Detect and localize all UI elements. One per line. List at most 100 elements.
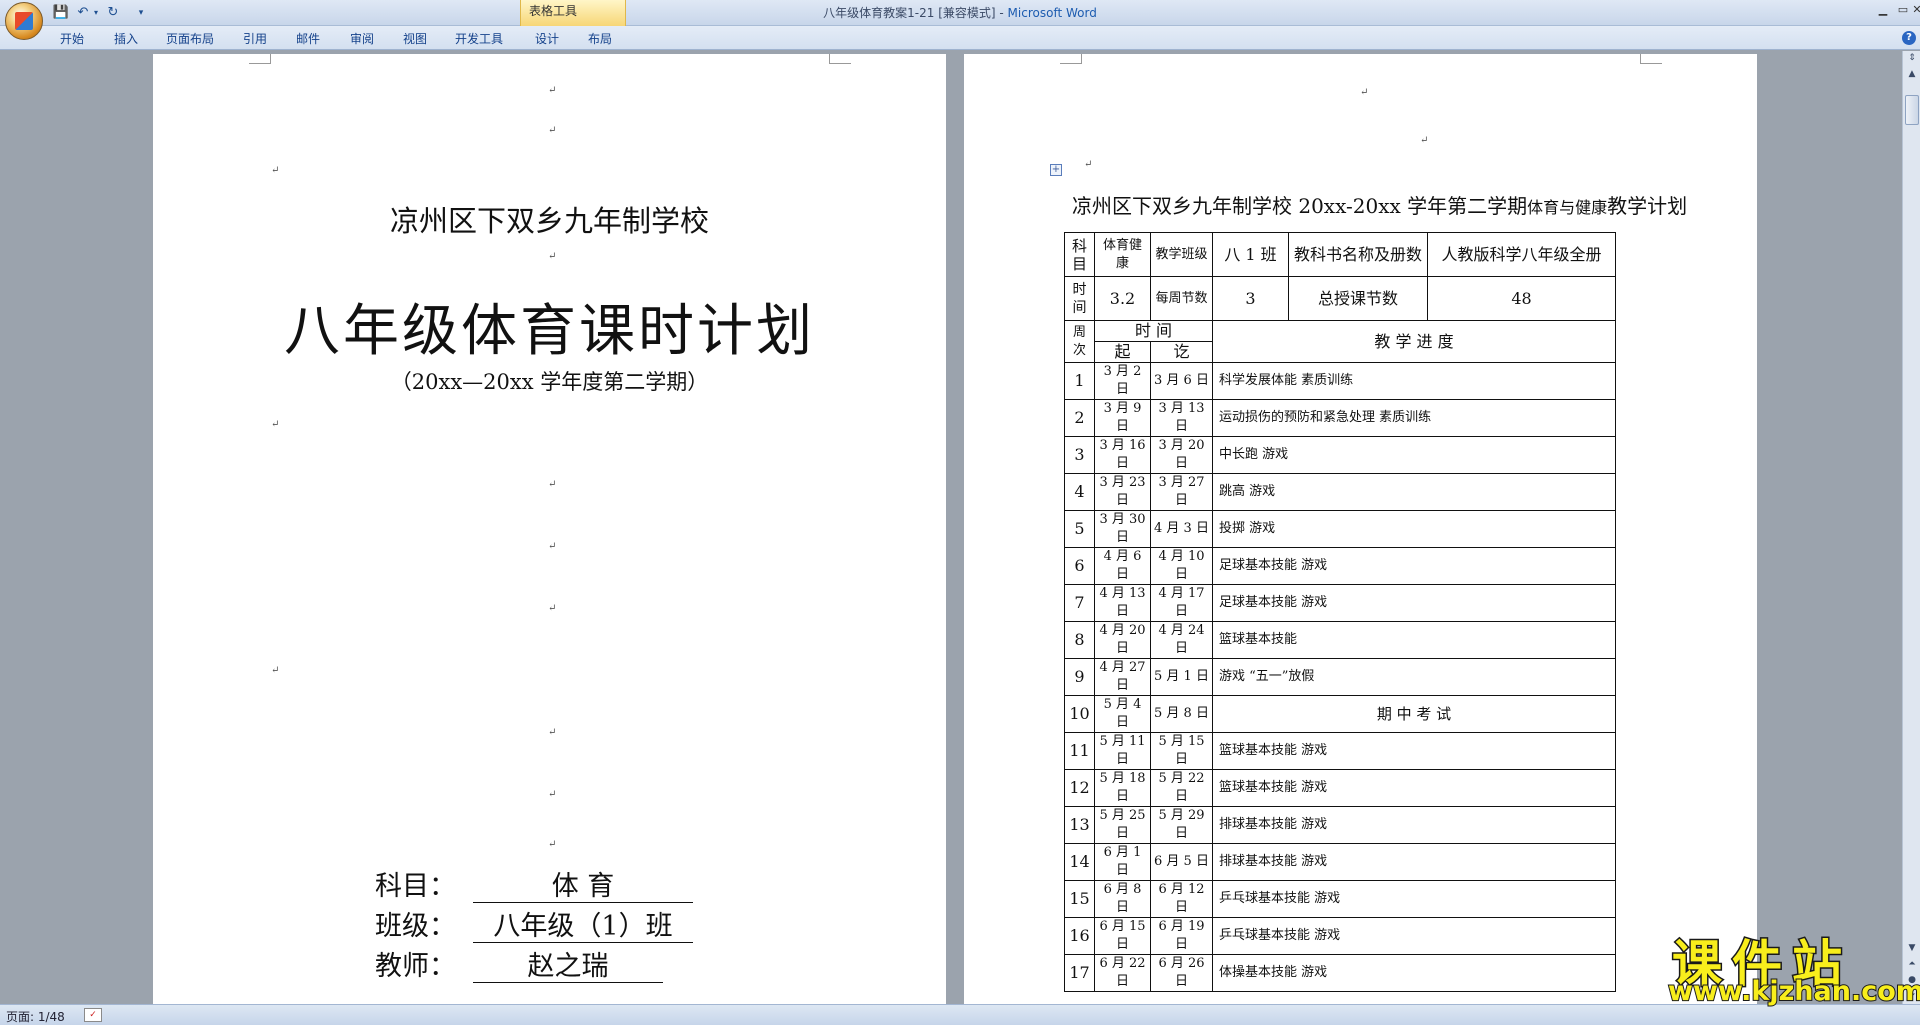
progress-cell[interactable]: 中长跑 游戏 bbox=[1212, 436, 1616, 474]
progress-cell[interactable]: 篮球基本技能 bbox=[1212, 621, 1616, 659]
time-header-cell[interactable]: 时间 bbox=[1064, 276, 1095, 321]
tab-review[interactable]: 审阅 bbox=[350, 30, 374, 47]
start-date-cell[interactable]: 3 月 16 日 bbox=[1094, 436, 1151, 474]
vertical-scrollbar[interactable]: ⇕ ▲ ▼ ⏶ ● ⏷ bbox=[1902, 51, 1920, 1004]
end-date-cell[interactable]: 6 月 19 日 bbox=[1150, 917, 1213, 955]
progress-cell[interactable]: 跳高 游戏 bbox=[1212, 473, 1616, 511]
start-date-cell[interactable]: 6 月 8 日 bbox=[1094, 880, 1151, 918]
progress-cell[interactable]: 期 中 考 试 bbox=[1212, 695, 1616, 733]
progress-cell[interactable]: 排球基本技能 游戏 bbox=[1212, 806, 1616, 844]
start-date-cell[interactable]: 5 月 11 日 bbox=[1094, 732, 1151, 770]
end-date-cell[interactable]: 5 月 22 日 bbox=[1150, 769, 1213, 807]
tab-layout[interactable]: 布局 bbox=[588, 30, 612, 47]
start-date-cell[interactable]: 6 月 22 日 bbox=[1094, 954, 1151, 992]
weekly-lessons-header-cell[interactable]: 每周节数 bbox=[1150, 276, 1213, 321]
end-column-header[interactable]: 讫 bbox=[1150, 341, 1213, 363]
start-date-cell[interactable]: 5 月 25 日 bbox=[1094, 806, 1151, 844]
week-cell[interactable]: 15 bbox=[1064, 880, 1095, 918]
scroll-thumb[interactable] bbox=[1905, 95, 1919, 125]
end-date-cell[interactable]: 3 月 6 日 bbox=[1150, 362, 1213, 400]
week-cell[interactable]: 7 bbox=[1064, 584, 1095, 622]
end-date-cell[interactable]: 5 月 8 日 bbox=[1150, 695, 1213, 733]
tab-design[interactable]: 设计 bbox=[535, 30, 559, 47]
tab-home[interactable]: 开始 bbox=[60, 30, 84, 47]
start-date-cell[interactable]: 4 月 6 日 bbox=[1094, 547, 1151, 585]
start-date-cell[interactable]: 6 月 15 日 bbox=[1094, 917, 1151, 955]
start-date-cell[interactable]: 5 月 18 日 bbox=[1094, 769, 1151, 807]
tab-developer[interactable]: 开发工具 bbox=[455, 30, 503, 47]
end-date-cell[interactable]: 6 月 26 日 bbox=[1150, 954, 1213, 992]
end-date-cell[interactable]: 5 月 1 日 bbox=[1150, 658, 1213, 696]
subject-value-cell[interactable]: 体育健康 bbox=[1094, 232, 1151, 277]
week-cell[interactable]: 3 bbox=[1064, 436, 1095, 474]
week-cell[interactable]: 1 bbox=[1064, 362, 1095, 400]
week-cell[interactable]: 14 bbox=[1064, 843, 1095, 881]
end-date-cell[interactable]: 3 月 13 日 bbox=[1150, 399, 1213, 437]
class-header-cell[interactable]: 教学班级 bbox=[1150, 232, 1213, 277]
textbook-header-cell[interactable]: 教科书名称及册数 bbox=[1288, 232, 1428, 277]
week-cell[interactable]: 11 bbox=[1064, 732, 1095, 770]
page-counter[interactable]: 页面: 1/48 bbox=[6, 1008, 65, 1025]
week-cell[interactable]: 8 bbox=[1064, 621, 1095, 659]
start-date-cell[interactable]: 4 月 27 日 bbox=[1094, 658, 1151, 696]
time-value-cell[interactable]: 3.2 bbox=[1094, 276, 1151, 321]
progress-cell[interactable]: 篮球基本技能 游戏 bbox=[1212, 732, 1616, 770]
tab-insert[interactable]: 插入 bbox=[114, 30, 138, 47]
help-icon[interactable]: ? bbox=[1902, 31, 1916, 45]
progress-column-header[interactable]: 教 学 进 度 bbox=[1212, 320, 1616, 363]
office-button[interactable] bbox=[5, 2, 43, 40]
table-move-handle[interactable]: + bbox=[1050, 164, 1062, 176]
textbook-value-cell[interactable]: 人教版科学八年级全册 bbox=[1427, 232, 1616, 277]
week-cell[interactable]: 12 bbox=[1064, 769, 1095, 807]
subject-header-cell[interactable]: 科目 bbox=[1064, 232, 1095, 277]
progress-cell[interactable]: 足球基本技能 游戏 bbox=[1212, 547, 1616, 585]
start-date-cell[interactable]: 3 月 2 日 bbox=[1094, 362, 1151, 400]
class-value-cell[interactable]: 八 1 班 bbox=[1212, 232, 1289, 277]
end-date-cell[interactable]: 6 月 5 日 bbox=[1150, 843, 1213, 881]
week-cell[interactable]: 17 bbox=[1064, 954, 1095, 992]
minimize-button[interactable]: ▁ bbox=[1872, 2, 1894, 18]
week-cell[interactable]: 9 bbox=[1064, 658, 1095, 696]
time-column-header[interactable]: 时 间 bbox=[1094, 320, 1213, 342]
start-date-cell[interactable]: 4 月 13 日 bbox=[1094, 584, 1151, 622]
start-date-cell[interactable]: 3 月 30 日 bbox=[1094, 510, 1151, 548]
scroll-up-icon[interactable]: ▲ bbox=[1905, 67, 1919, 81]
week-cell[interactable]: 4 bbox=[1064, 473, 1095, 511]
progress-cell[interactable]: 投掷 游戏 bbox=[1212, 510, 1616, 548]
week-column-header[interactable]: 周次 bbox=[1064, 320, 1095, 363]
progress-cell[interactable]: 游戏 “五一”放假 bbox=[1212, 658, 1616, 696]
total-lessons-value-cell[interactable]: 48 bbox=[1427, 276, 1616, 321]
end-date-cell[interactable]: 5 月 15 日 bbox=[1150, 732, 1213, 770]
close-button[interactable]: ✕ bbox=[1906, 2, 1920, 18]
end-date-cell[interactable]: 3 月 20 日 bbox=[1150, 436, 1213, 474]
progress-cell[interactable]: 足球基本技能 游戏 bbox=[1212, 584, 1616, 622]
end-date-cell[interactable]: 4 月 3 日 bbox=[1150, 510, 1213, 548]
progress-cell[interactable]: 乒乓球基本技能 游戏 bbox=[1212, 917, 1616, 955]
total-lessons-header-cell[interactable]: 总授课节数 bbox=[1288, 276, 1428, 321]
previous-page-icon[interactable]: ⏶ bbox=[1905, 957, 1919, 971]
week-cell[interactable]: 5 bbox=[1064, 510, 1095, 548]
start-date-cell[interactable]: 3 月 23 日 bbox=[1094, 473, 1151, 511]
progress-cell[interactable]: 排球基本技能 游戏 bbox=[1212, 843, 1616, 881]
progress-cell[interactable]: 篮球基本技能 游戏 bbox=[1212, 769, 1616, 807]
week-cell[interactable]: 16 bbox=[1064, 917, 1095, 955]
proofing-status-icon[interactable]: ✓ bbox=[84, 1008, 102, 1022]
start-date-cell[interactable]: 4 月 20 日 bbox=[1094, 621, 1151, 659]
progress-cell[interactable]: 体操基本技能 游戏 bbox=[1212, 954, 1616, 992]
scroll-split-icon[interactable]: ⇕ bbox=[1905, 51, 1919, 65]
scroll-down-icon[interactable]: ▼ bbox=[1905, 941, 1919, 955]
end-date-cell[interactable]: 5 月 29 日 bbox=[1150, 806, 1213, 844]
start-date-cell[interactable]: 5 月 4 日 bbox=[1094, 695, 1151, 733]
end-date-cell[interactable]: 3 月 27 日 bbox=[1150, 473, 1213, 511]
tab-view[interactable]: 视图 bbox=[403, 30, 427, 47]
end-date-cell[interactable]: 6 月 12 日 bbox=[1150, 880, 1213, 918]
tab-references[interactable]: 引用 bbox=[243, 30, 267, 47]
progress-cell[interactable]: 运动损伤的预防和紧急处理 素质训练 bbox=[1212, 399, 1616, 437]
start-date-cell[interactable]: 3 月 9 日 bbox=[1094, 399, 1151, 437]
week-cell[interactable]: 2 bbox=[1064, 399, 1095, 437]
end-date-cell[interactable]: 4 月 17 日 bbox=[1150, 584, 1213, 622]
tab-mailings[interactable]: 邮件 bbox=[296, 30, 320, 47]
week-cell[interactable]: 6 bbox=[1064, 547, 1095, 585]
progress-cell[interactable]: 科学发展体能 素质训练 bbox=[1212, 362, 1616, 400]
week-cell[interactable]: 10 bbox=[1064, 695, 1095, 733]
